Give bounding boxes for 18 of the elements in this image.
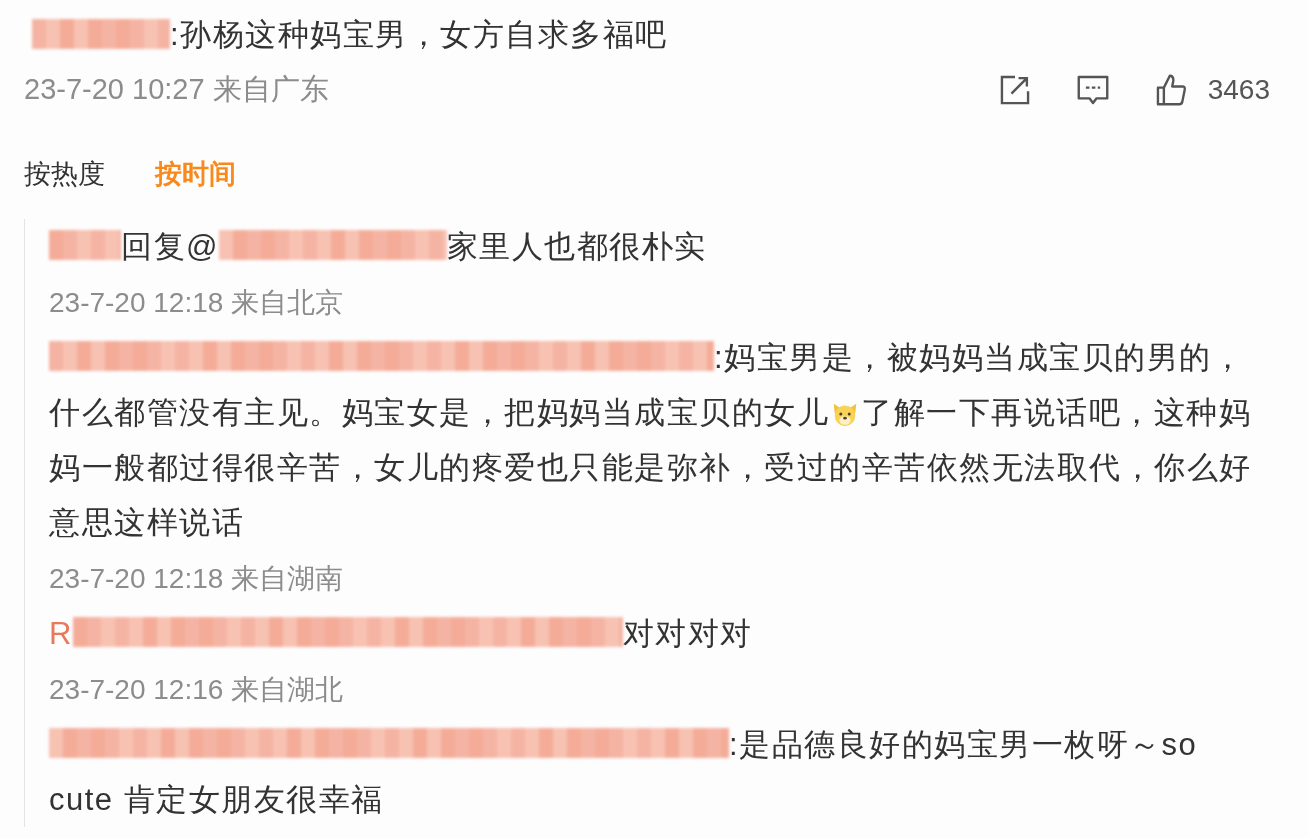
reply-text: 了解一下再说话吧，这种妈 [861, 394, 1251, 430]
reply-text: 意思这样说话 [49, 504, 244, 540]
reply-text: 妈一般都过得很辛苦，女儿的疼爱也只能是弥补，受过的辛苦依然无法取代，你么好 [49, 449, 1252, 485]
reply-text: 家里人也都很朴实 [447, 228, 707, 264]
reply-text: 回复@ [121, 228, 219, 264]
reply-text: 对对对对 [622, 615, 753, 651]
reply-time: 23-7-20 12:18 来自湖南 [49, 562, 344, 594]
comment-time: 23-7-20 10:27 来自广东 [24, 72, 329, 108]
reply-text: :妈宝男是，被妈妈当成宝贝的男的， [714, 339, 1245, 375]
like-button[interactable]: 3463 [1151, 69, 1270, 111]
sort-tab[interactable]: 按热度 [24, 154, 105, 195]
reply-time: 23-7-20 12:18 来自北京 [49, 286, 344, 318]
reply-text: :是品德良好的妈宝男一枚呀～so [729, 726, 1198, 762]
reply-text: cute 肯定女朋友很幸福 [49, 781, 384, 817]
comment-text: :孙杨这种妈宝男，女方自求多福吧 [170, 17, 668, 52]
reply-text: 什么都管没有主见。妈宝女是，把妈妈当成宝贝的女儿 [49, 394, 829, 430]
redacted-name [49, 230, 121, 261]
reply-time: 23-7-20 12:16 来自湖北 [49, 673, 344, 705]
